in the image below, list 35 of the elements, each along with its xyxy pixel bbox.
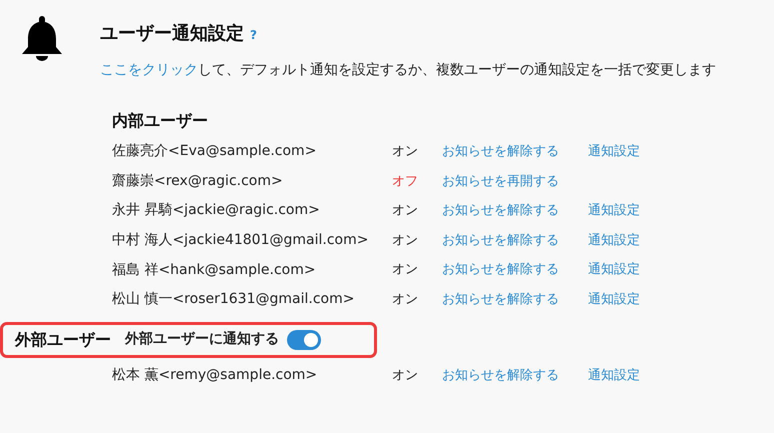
page-title: ユーザー通知設定	[100, 22, 244, 46]
notification-settings-link[interactable]: 通知設定	[588, 230, 640, 250]
user-name: 松本 薫<remy@sample.com>	[112, 366, 318, 385]
status-text: オン	[392, 202, 419, 220]
link[interactable]: ここをクリック	[100, 62, 198, 78]
toggle-label: 外部ユーザーに通知する	[125, 330, 279, 350]
section-heading: 内部ユーザー	[112, 111, 208, 130]
notification-settings-link[interactable]: 通知設定	[588, 290, 640, 310]
status-text: オン	[392, 232, 419, 250]
notification-settings-link[interactable]: 通知設定	[588, 260, 640, 280]
toggle-notification-link[interactable]: お知らせを解除する	[442, 232, 559, 248]
toggle-notification-link[interactable]: お知らせを解除する	[442, 368, 559, 383]
status-text: オン	[392, 291, 419, 310]
notification-settings-link[interactable]: 通知設定	[588, 366, 640, 386]
toggle-notification-link[interactable]: お知らせを解除する	[442, 203, 559, 218]
user-name: 齋藤崇<rex@ragic.com>	[112, 172, 284, 191]
status-text: オフ	[392, 172, 419, 191]
status-text: オン	[392, 143, 419, 162]
status-text: オン	[392, 366, 419, 385]
section-heading: 外部ユーザー	[15, 328, 111, 351]
user-name: 佐藤亮介<Eva@sample.com>	[112, 142, 318, 162]
toggle-notification-link[interactable]: お知らせを解除する	[442, 292, 559, 308]
user-name: 中村 海人<jackie41801@gmail.com>	[112, 231, 370, 250]
toggle-notification-link[interactable]: お知らせを再開する	[442, 174, 559, 189]
notification-settings-link[interactable]: 通知設定	[588, 142, 640, 162]
toggle-notification-link[interactable]: お知らせを解除する	[442, 144, 559, 160]
status-text: オン	[392, 261, 419, 280]
description-text: ここをクリック して、デフォルト通知を設定するか、複数ユーザーの通知設定を一括で変更します	[100, 61, 716, 80]
user-name: 永井 昇騎<jackie@ragic.com>	[112, 201, 321, 220]
user-name: 福島 祥<hank@sample.com>	[112, 260, 317, 280]
user-name: 松山 慎一<roser1631@gmail.com>	[112, 290, 356, 310]
help-link[interactable]: ?	[250, 26, 257, 44]
notification-settings-link[interactable]: 通知設定	[588, 201, 640, 221]
toggle-notification-link[interactable]: お知らせを解除する	[442, 262, 559, 278]
toggle-switch[interactable]	[287, 330, 321, 350]
